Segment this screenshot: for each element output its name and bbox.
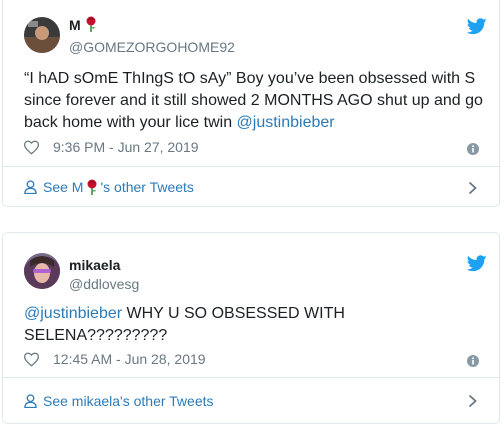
display-name[interactable]: mikaela (69, 257, 120, 273)
divider (3, 377, 499, 378)
person-icon (24, 180, 37, 194)
display-name[interactable]: M (69, 16, 97, 33)
tweet-meta: 12:45 AM - Jun 28, 2019 (24, 351, 206, 367)
info-icon[interactable] (467, 143, 479, 155)
tweet-meta: 9:36 PM - Jun 27, 2019 (24, 139, 199, 155)
tweet-card: mikaela @ddlovesg @justinbieber WHY U SO… (2, 232, 500, 424)
chevron-right-icon[interactable] (468, 394, 477, 408)
twitter-bird-icon[interactable] (467, 18, 487, 35)
rose-emoji-icon (86, 16, 96, 32)
heart-icon[interactable] (24, 140, 39, 155)
see-other-tweets-link[interactable]: See M 's other Tweets (24, 179, 194, 195)
avatar[interactable] (24, 17, 60, 53)
mention-link[interactable]: @justinbieber (24, 305, 122, 322)
person-icon (24, 394, 37, 408)
user-handle[interactable]: @GOMEZORGOHOME92 (69, 39, 235, 55)
heart-icon[interactable] (24, 352, 39, 367)
rose-emoji-icon (87, 179, 97, 195)
avatar[interactable] (24, 253, 60, 289)
timestamp[interactable]: 9:36 PM - Jun 27, 2019 (53, 139, 199, 155)
mention-link[interactable]: @justinbieber (237, 114, 335, 131)
tweet-text: “I hAD sOmE ThIngS tO sAy” Boy you’ve be… (24, 70, 483, 131)
info-icon[interactable] (467, 355, 479, 367)
tweet-text: @justinbieber WHY U SO OBSESSED WITH SEL… (24, 305, 345, 344)
divider (3, 166, 499, 167)
chevron-right-icon[interactable] (468, 181, 477, 195)
see-other-tweets-link[interactable]: See mikaela's other Tweets (24, 393, 214, 409)
user-handle[interactable]: @ddlovesg (69, 276, 139, 292)
tweet-card: M @GOMEZORGOHOME92 “I hAD sOmE ThIngS tO… (2, 0, 500, 207)
timestamp[interactable]: 12:45 AM - Jun 28, 2019 (53, 351, 206, 367)
twitter-bird-icon[interactable] (467, 255, 487, 272)
